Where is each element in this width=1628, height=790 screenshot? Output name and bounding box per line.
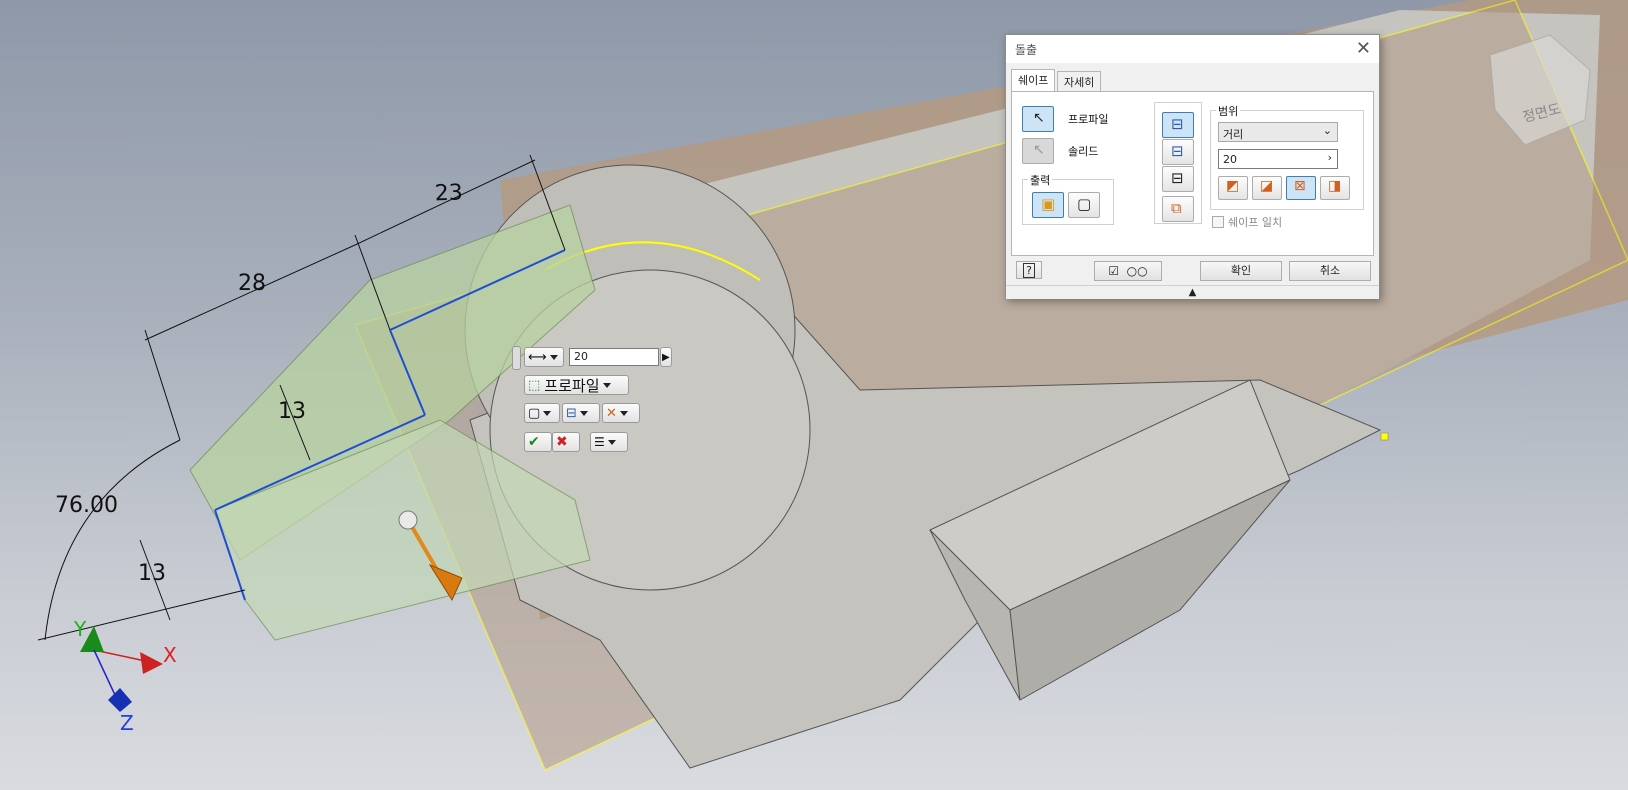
x-axis-arrow-icon (140, 652, 163, 674)
extents-type-value: 거리 (1223, 128, 1244, 141)
checkbox-checked-icon: ☑ (1108, 264, 1120, 278)
dimension-13-lower[interactable]: 13 (138, 561, 166, 586)
x-axis-label: X (163, 643, 177, 667)
operation-intersect-button[interactable]: ⊠ (1286, 176, 1316, 200)
operation-new-solid-button[interactable]: ◨ (1320, 176, 1350, 200)
new-solid-icon: ◨ (1328, 178, 1342, 194)
solid-cursor-icon: ↖ (1033, 142, 1045, 158)
mini-options-button[interactable]: ☰ (590, 432, 628, 452)
dimension-13-upper[interactable]: 13 (278, 399, 306, 424)
direction-asymmetric-button[interactable]: ⧉ (1162, 196, 1194, 222)
profile-label: 프로파일 (1068, 113, 1109, 126)
chevron-right-icon[interactable]: › (1328, 151, 1332, 164)
output-surface-button[interactable]: ▢ (1068, 192, 1100, 218)
operation-join-button[interactable]: ◩ (1218, 176, 1248, 200)
direction-default-icon: ⊟ (1171, 115, 1184, 133)
mini-operation-button[interactable]: ✕ (602, 403, 640, 423)
preview-toggle[interactable]: ☑ ○○ (1094, 261, 1162, 281)
join-icon: ◩ (1226, 178, 1240, 194)
direction-flipped-button[interactable]: ⊟ (1162, 139, 1194, 165)
solid-cube-icon: ▣ (1041, 195, 1056, 213)
mini-profile-button[interactable]: ⬚ 프로파일 (524, 375, 629, 395)
extents-type-select[interactable]: 거리 ⌄ (1218, 122, 1338, 142)
cut-icon: ◪ (1260, 178, 1274, 194)
y-axis-label: Y (73, 617, 87, 641)
output-group-label: 출력 (1028, 172, 1053, 188)
direction-flipped-icon: ⊟ (1171, 142, 1184, 160)
dialog-title: 돌출 (1015, 43, 1038, 57)
mini-cancel-button[interactable]: ✖ (552, 432, 580, 452)
mini-ok-button[interactable]: ✔ (524, 432, 552, 452)
distance-value: 20 (1223, 153, 1237, 166)
extrude-dialog: 돌출 ✕ 쉐이프 자세히 ↖ 프로파일 ↖ 솔리드 출력 ▣ ▢ ⊟ ⊟ ⊟ ⧉… (1005, 34, 1380, 299)
options-menu-icon: ☰ (594, 435, 605, 449)
extrude-handle-ball[interactable] (398, 510, 418, 530)
help-icon: ? (1023, 263, 1035, 278)
tab-more[interactable]: 자세히 (1057, 71, 1102, 91)
operation-cut-button[interactable]: ◪ (1252, 176, 1282, 200)
mini-direction-button[interactable]: ⊟ (562, 403, 600, 423)
z-axis-arrow-icon (108, 688, 132, 712)
chevron-down-icon: ⌄ (1322, 124, 1332, 137)
solid-select-button[interactable]: ↖ (1022, 138, 1054, 164)
match-shape-checkbox[interactable] (1212, 216, 1224, 228)
direction-icon: ⊟ (566, 405, 577, 421)
mini-toolbar-grip[interactable] (512, 346, 521, 370)
dimension-23[interactable]: 23 (434, 180, 463, 206)
solid-label: 솔리드 (1068, 145, 1099, 158)
glasses-icon: ○○ (1126, 264, 1148, 278)
x-cancel-icon: ✖ (556, 434, 568, 450)
triangle-up-icon: ▲ (1188, 287, 1197, 298)
direction-symmetric-button[interactable]: ⊟ (1162, 166, 1194, 192)
cursor-arrow-icon: ↖ (1033, 110, 1045, 126)
direction-default-button[interactable]: ⊟ (1162, 112, 1194, 138)
intersect-icon: ⊠ (1294, 178, 1306, 194)
extents-group-label: 범위 (1216, 103, 1241, 119)
help-button[interactable]: ? (1016, 261, 1042, 279)
profile-select-button[interactable]: ↖ (1022, 106, 1054, 132)
tab-shape[interactable]: 쉐이프 (1011, 69, 1056, 93)
mini-distance-input[interactable]: 20 (569, 348, 659, 366)
close-icon[interactable]: ✕ (1356, 38, 1371, 59)
cancel-button[interactable]: 취소 (1289, 261, 1371, 281)
dimension-angle[interactable]: 76.00 (55, 493, 118, 518)
model-viewport[interactable]: 23 28 13 13 76.00 X Y Z 정면도 (0, 0, 1628, 790)
output-solid-button[interactable]: ▣ (1032, 192, 1064, 218)
mini-toolbar: ⟷ 20 ▶ ⬚ 프로파일 ▢ ⊟ ✕ ✔ ✖ ☰ (512, 346, 682, 466)
distance-icon: ⟷ (528, 349, 547, 365)
mini-apply-arrow-button[interactable]: ▶ (660, 347, 672, 367)
solid-output-icon: ▢ (528, 405, 541, 421)
match-shape-label: 쉐이프 일치 (1228, 216, 1283, 229)
checkmark-icon: ✔ (528, 434, 540, 450)
z-axis-line (93, 649, 116, 696)
dialog-titlebar[interactable]: 돌출 ✕ (1006, 35, 1379, 63)
surface-cube-icon: ▢ (1077, 195, 1092, 213)
shape-panel: ↖ 프로파일 ↖ 솔리드 출력 ▣ ▢ ⊟ ⊟ ⊟ ⧉ 범위 거리 ⌄ 20 ›… (1011, 91, 1374, 256)
dimension-28[interactable]: 28 (238, 271, 266, 296)
distance-input[interactable]: 20 › (1218, 149, 1338, 169)
ok-button[interactable]: 확인 (1200, 261, 1282, 281)
z-axis-label: Z (120, 711, 134, 735)
mini-profile-label: 프로파일 (544, 376, 600, 395)
direction-symmetric-icon: ⊟ (1171, 169, 1184, 187)
corner-grip[interactable] (1380, 432, 1389, 441)
profile-select-icon: ⬚ (528, 377, 541, 393)
collapse-toggle[interactable]: ▲ (1006, 285, 1379, 299)
distance-mode-button[interactable]: ⟷ (524, 347, 564, 367)
asymmetric-icon: ⧉ (1171, 199, 1182, 217)
cut-operation-icon: ✕ (606, 405, 617, 421)
mini-output-button[interactable]: ▢ (524, 403, 560, 423)
